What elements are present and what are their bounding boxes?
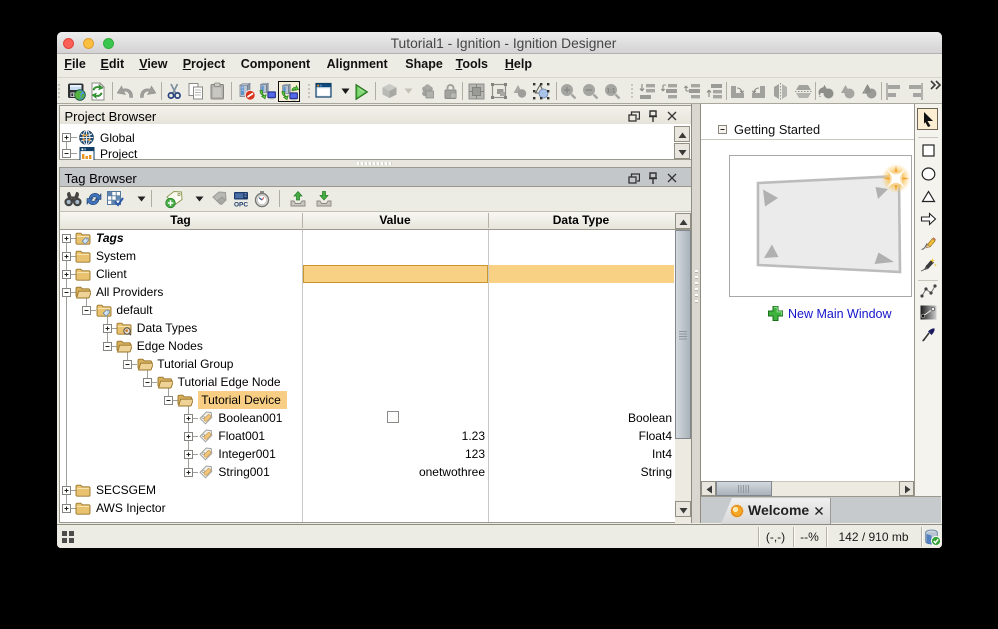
- svg-text:OPC: OPC: [234, 202, 248, 209]
- svg-text:1:1: 1:1: [607, 89, 616, 95]
